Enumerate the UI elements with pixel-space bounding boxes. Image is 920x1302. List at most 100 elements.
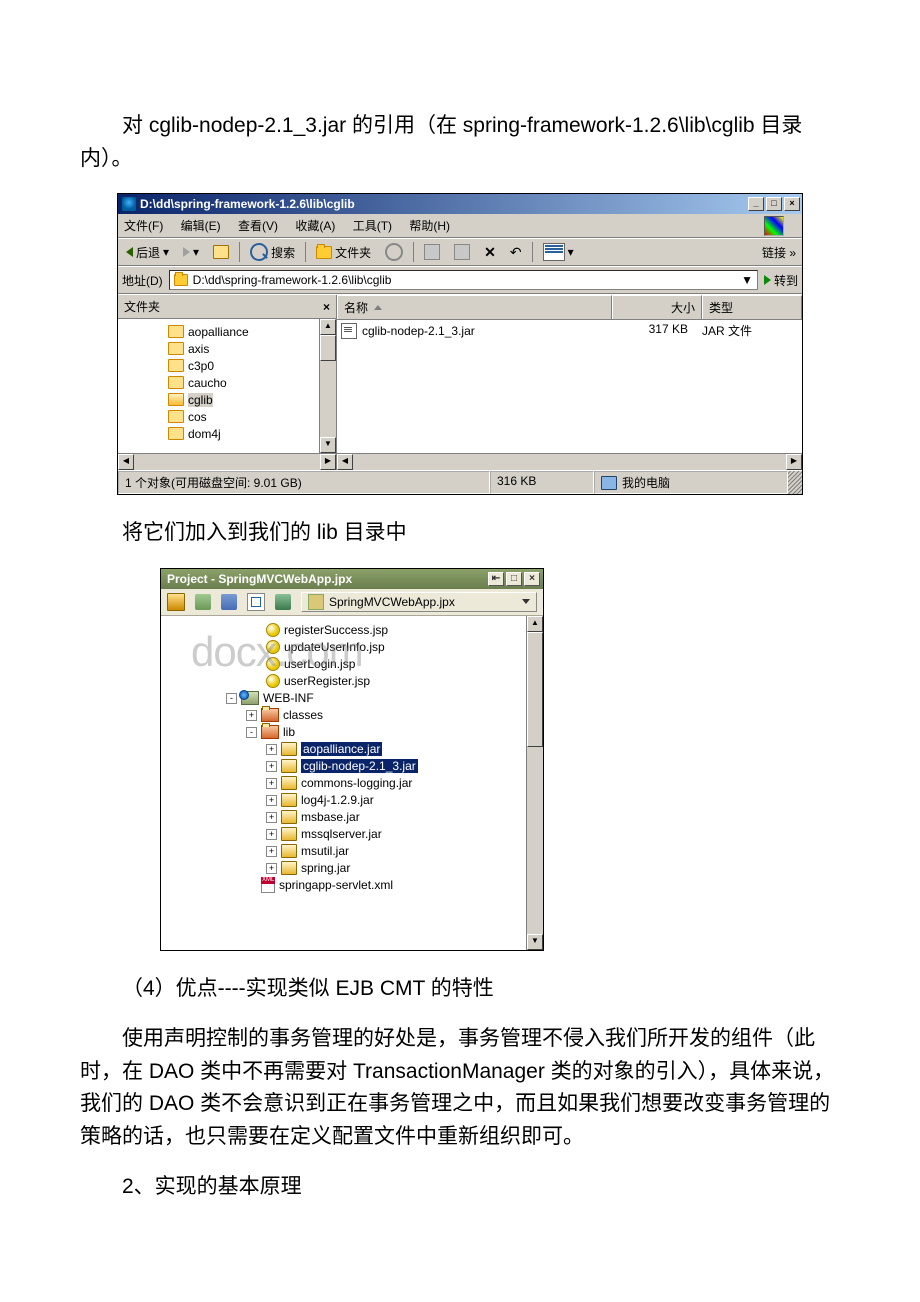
jbuilder-toolbar: SpringMVCWebApp.jpx (161, 589, 543, 616)
file-row[interactable]: cglib-nodep-2.1_3.jar 317 KB JAR 文件 (337, 320, 802, 341)
close-folders-button[interactable]: × (323, 300, 330, 314)
forward-button[interactable]: ▾ (179, 244, 203, 260)
jbuilder-titlebar[interactable]: Project - SpringMVCWebApp.jpx ⇤ □ × (161, 569, 543, 589)
folders-tree[interactable]: aopalliance axis c3p0 caucho cglib cos d… (118, 319, 336, 453)
move-button[interactable] (420, 243, 444, 261)
undo-icon: ↶ (510, 244, 522, 261)
tree-item-lib[interactable]: -lib (161, 724, 543, 741)
links-label[interactable]: 链接 » (762, 244, 796, 261)
delete-button[interactable]: ✕ (480, 243, 500, 262)
project-tree[interactable]: docx.com registerSuccess.jsp updateUserI… (161, 616, 543, 950)
history-button[interactable] (381, 242, 407, 262)
expand-icon[interactable]: + (266, 829, 277, 840)
col-header-type[interactable]: 类型 (702, 295, 802, 319)
close-button[interactable]: × (784, 197, 800, 211)
menu-edit[interactable]: 编辑(E) (181, 219, 221, 233)
folders-button[interactable]: 文件夹 (312, 243, 375, 262)
paragraph-2: 将它们加入到我们的 lib 目录中 (80, 517, 840, 550)
vertical-scrollbar[interactable]: ▲▼ (526, 616, 543, 950)
expand-icon[interactable]: + (266, 744, 277, 755)
vertical-scrollbar[interactable]: ▲▼ (319, 319, 336, 453)
history-icon (385, 243, 403, 261)
tree-item-caucho[interactable]: caucho (168, 374, 334, 391)
tree-item-jar[interactable]: +cglib-nodep-2.1_3.jar (161, 758, 543, 775)
tree-item-jar[interactable]: +spring.jar (161, 860, 543, 877)
my-computer-icon (601, 476, 617, 490)
file-size: 317 KB (598, 322, 696, 339)
tree-item-axis[interactable]: axis (168, 340, 334, 357)
tree-item-classes[interactable]: +classes (161, 707, 543, 724)
search-button[interactable]: 搜索 (246, 242, 299, 262)
lib-folder-icon (261, 725, 279, 739)
expand-icon[interactable]: + (266, 812, 277, 823)
separator (239, 242, 240, 262)
tree-item-jar[interactable]: +msbase.jar (161, 809, 543, 826)
tree-item-jar[interactable]: +commons-logging.jar (161, 775, 543, 792)
close-button[interactable]: × (524, 572, 540, 586)
toolbar-icon[interactable] (275, 594, 291, 610)
tree-item-cglib[interactable]: cglib (168, 391, 334, 408)
dock-button[interactable]: ⇤ (488, 572, 504, 586)
collapse-icon[interactable]: - (226, 693, 237, 704)
expand-icon[interactable]: + (246, 710, 257, 721)
expand-icon[interactable]: + (266, 778, 277, 789)
delete-icon: ✕ (484, 244, 496, 261)
maximize-button[interactable]: □ (506, 572, 522, 586)
jar-icon (281, 810, 297, 824)
resize-grip[interactable] (788, 471, 802, 494)
tree-item-jar[interactable]: +mssqlserver.jar (161, 826, 543, 843)
copy-to-icon (454, 244, 470, 260)
up-button[interactable] (209, 244, 233, 260)
menu-tools[interactable]: 工具(T) (353, 219, 392, 233)
toolbar: 后退 ▾ ▾ 搜索 文件夹 ✕ ↶ ▾ 链接 » (118, 238, 802, 266)
go-button[interactable]: 转到 (764, 272, 798, 289)
menu-help[interactable]: 帮助(H) (409, 219, 450, 233)
copy-button[interactable] (450, 243, 474, 261)
tree-item-jar[interactable]: +msutil.jar (161, 843, 543, 860)
back-button[interactable]: 后退 ▾ (122, 243, 173, 262)
col-header-name[interactable]: 名称 (337, 295, 612, 319)
tree-item-xml[interactable]: springapp-servlet.xml (161, 877, 543, 894)
undo-button[interactable]: ↶ (506, 243, 526, 262)
menu-favorites[interactable]: 收藏(A) (295, 219, 335, 233)
menu-file[interactable]: 文件(F) (124, 219, 163, 233)
file-type: JAR 文件 (696, 322, 802, 339)
maximize-button[interactable]: □ (766, 197, 782, 211)
tree-item-cos[interactable]: cos (168, 408, 334, 425)
folder-icon (174, 274, 188, 286)
tree-item-webinf[interactable]: -WEB-INF (161, 690, 543, 707)
tree-item-dom4j[interactable]: dom4j (168, 425, 334, 442)
jar-icon (281, 742, 297, 756)
expand-icon[interactable]: + (266, 761, 277, 772)
horizontal-scrollbar[interactable]: ◀▶ (118, 453, 336, 470)
horizontal-scrollbar[interactable]: ◀▶ (337, 453, 802, 470)
expand-icon[interactable]: + (266, 846, 277, 857)
views-button[interactable]: ▾ (539, 242, 578, 262)
expand-icon[interactable]: + (266, 795, 277, 806)
collapse-icon[interactable]: - (246, 727, 257, 738)
tree-item-jar[interactable]: +aopalliance.jar (161, 741, 543, 758)
toolbar-icon[interactable] (247, 593, 265, 611)
tree-item-c3p0[interactable]: c3p0 (168, 357, 334, 374)
toolbar-icon[interactable] (221, 594, 237, 610)
window-title: D:\dd\spring-framework-1.2.6\lib\cglib (140, 197, 355, 211)
folders-header: 文件夹 × (118, 295, 336, 319)
project-selector[interactable]: SpringMVCWebApp.jpx (301, 592, 537, 612)
toolbar-icon[interactable] (195, 594, 211, 610)
files-pane: 名称 大小 类型 cglib-nodep-2.1_3.jar 317 KB JA… (337, 295, 802, 470)
status-size: 316 KB (490, 471, 594, 494)
toolbar-icon[interactable] (167, 593, 185, 611)
jar-icon (281, 861, 297, 875)
window-icon (122, 197, 136, 211)
address-input[interactable]: D:\dd\spring-framework-1.2.6\lib\cglib ▼ (169, 270, 758, 290)
expand-icon[interactable]: + (266, 863, 277, 874)
move-to-icon (424, 244, 440, 260)
menu-view[interactable]: 查看(V) (238, 219, 278, 233)
column-headers: 名称 大小 类型 (337, 295, 802, 320)
col-header-size[interactable]: 大小 (612, 295, 702, 319)
tree-item-jar[interactable]: +log4j-1.2.9.jar (161, 792, 543, 809)
jar-file-icon (341, 323, 357, 339)
explorer-titlebar[interactable]: D:\dd\spring-framework-1.2.6\lib\cglib _… (118, 194, 802, 214)
minimize-button[interactable]: _ (748, 197, 764, 211)
tree-item-aopalliance[interactable]: aopalliance (168, 323, 334, 340)
